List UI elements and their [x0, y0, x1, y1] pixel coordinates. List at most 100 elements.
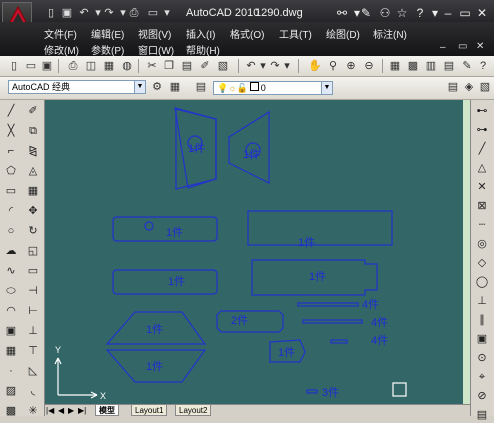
draw-line-icon[interactable]: ╱ [3, 103, 19, 119]
snap-node-icon[interactable]: ⊙ [474, 350, 490, 366]
join-icon[interactable]: ⊤ [25, 343, 41, 359]
print-icon[interactable]: ⎙ [127, 6, 141, 20]
menu-file[interactable]: 文件(F) [44, 26, 77, 41]
tab-nav-last-icon[interactable]: ▶| [78, 405, 86, 416]
workspace-switch-icon[interactable]: ▦ [168, 80, 182, 94]
explode-icon[interactable]: ✳ [25, 403, 41, 419]
menu-format[interactable]: 格式(O) [230, 26, 264, 41]
publish-icon[interactable]: ▦ [102, 59, 116, 73]
zoom-realtime-icon[interactable]: ⚲ [326, 59, 340, 73]
doc-close-icon[interactable]: ✕ [476, 41, 484, 52]
3d-dwf-icon[interactable]: ◍ [120, 59, 134, 73]
snap-none-icon[interactable]: ⊘ [474, 388, 490, 404]
help-icon[interactable]: ? [412, 5, 428, 21]
close-icon[interactable]: ✕ [474, 5, 490, 21]
sheet-set-icon[interactable]: ▤ [442, 59, 456, 73]
chamfer-icon[interactable]: ◺ [25, 363, 41, 379]
match-properties-icon[interactable]: ✐ [198, 59, 212, 73]
circle-icon[interactable]: ○ [3, 223, 19, 239]
open-icon[interactable]: ▭ [146, 6, 160, 20]
pan-icon[interactable]: ✋ [308, 59, 322, 73]
menu-insert[interactable]: 插入(I) [186, 26, 215, 41]
chevron-down-icon[interactable]: ▼ [321, 82, 332, 94]
snap-parallel-icon[interactable]: ∥ [474, 312, 490, 328]
zoom-window-icon[interactable]: ⊕ [344, 59, 358, 73]
gradient-icon[interactable]: ▩ [3, 403, 19, 419]
polyline-icon[interactable]: ⌐ [3, 143, 19, 159]
snap-endpoint-icon[interactable]: ╱ [474, 141, 490, 157]
layer-select[interactable]: 💡☼🔓 0 ▼ [213, 81, 333, 95]
insert-block-icon[interactable]: ▣ [3, 323, 19, 339]
snap-quadrant-icon[interactable]: ◇ [474, 255, 490, 271]
layer-properties-icon[interactable]: ▤ [194, 80, 208, 94]
tab-model[interactable]: 模型 [95, 405, 119, 416]
snap-nearest-icon[interactable]: ⌖ [474, 369, 490, 385]
fillet-icon[interactable]: ◟ [25, 383, 41, 399]
qnew-icon[interactable]: ▯ [7, 59, 21, 73]
tools-icon[interactable]: ✎ [358, 5, 374, 21]
doc-restore-icon[interactable]: ▭ [458, 41, 467, 52]
zoom-previous-icon[interactable]: ⊖ [362, 59, 376, 73]
polygon-icon[interactable]: ⬠ [3, 163, 19, 179]
redo-list-icon[interactable]: ▾ [280, 59, 294, 73]
snap-midpoint-icon[interactable]: △ [474, 160, 490, 176]
tab-layout2[interactable]: Layout2 [175, 405, 212, 416]
tab-nav-first-icon[interactable]: |◀ [46, 405, 54, 416]
snap-intersection-icon[interactable]: ✕ [474, 179, 490, 195]
stretch-icon[interactable]: ▭ [25, 263, 41, 279]
point-icon[interactable]: · [3, 363, 19, 379]
revcloud-icon[interactable]: ☁ [3, 243, 19, 259]
hatch-icon[interactable]: ▨ [3, 383, 19, 399]
ellipse-arc-icon[interactable]: ◠ [3, 303, 19, 319]
menu-modify[interactable]: 修改(M) [44, 42, 79, 57]
new-file-icon[interactable]: ▯ [44, 6, 58, 20]
menu-help[interactable]: 帮助(H) [186, 42, 220, 57]
menu-dimension[interactable]: 标注(N) [373, 26, 407, 41]
quick-access-dropdown-icon[interactable]: ▾ [160, 6, 174, 20]
paste-icon[interactable]: ▤ [180, 59, 194, 73]
cut-icon[interactable]: ✂ [145, 59, 159, 73]
rectangle-icon[interactable]: ▭ [3, 183, 19, 199]
snap-insert-icon[interactable]: ▣ [474, 331, 490, 347]
snap-perpendicular-icon[interactable]: ⊥ [474, 293, 490, 309]
construction-line-icon[interactable]: ╳ [3, 123, 19, 139]
menu-window[interactable]: 窗口(W) [138, 42, 174, 57]
plot-preview-icon[interactable]: ◫ [84, 59, 98, 73]
arc-icon[interactable]: ◜ [3, 203, 19, 219]
rotate-icon[interactable]: ↻ [25, 223, 41, 239]
users-icon[interactable]: ⚇ [377, 5, 393, 21]
layer-states-icon[interactable]: ▤ [446, 80, 460, 94]
save-icon[interactable]: ▣ [60, 6, 74, 20]
move-icon[interactable]: ✥ [25, 203, 41, 219]
snap-from-icon[interactable]: ⊶ [474, 122, 490, 138]
mirror-icon[interactable]: ⧎ [25, 143, 41, 159]
erase-icon[interactable]: ✐ [25, 103, 41, 119]
workspace-settings-icon[interactable]: ⚙ [150, 80, 164, 94]
restore-icon[interactable]: ▭ [457, 5, 473, 21]
offset-icon[interactable]: ◬ [25, 163, 41, 179]
tool-palettes-icon[interactable]: ▥ [424, 59, 438, 73]
menu-draw[interactable]: 绘图(D) [326, 26, 360, 41]
copy-object-icon[interactable]: ⧉ [25, 123, 41, 139]
break-icon[interactable]: ⊥ [25, 323, 41, 339]
vertical-scrollbar[interactable] [463, 100, 470, 404]
make-block-icon[interactable]: ▦ [3, 343, 19, 359]
spline-icon[interactable]: ∿ [3, 263, 19, 279]
block-editor-icon[interactable]: ▧ [216, 59, 230, 73]
undo-icon[interactable]: ↶ [77, 6, 91, 20]
snap-apparent-icon[interactable]: ⊠ [474, 198, 490, 214]
design-center-icon[interactable]: ▩ [406, 59, 420, 73]
star-icon[interactable]: ☆ [394, 5, 410, 21]
properties-icon[interactable]: ▦ [388, 59, 402, 73]
menu-edit[interactable]: 编辑(E) [91, 26, 124, 41]
open-file-icon[interactable]: ▭ [24, 59, 38, 73]
tab-layout1[interactable]: Layout1 [131, 405, 168, 416]
trim-icon[interactable]: ⊣ [25, 283, 41, 299]
redo-icon[interactable]: ↷ [102, 6, 116, 20]
snap-center-icon[interactable]: ◎ [474, 236, 490, 252]
tab-nav-next-icon[interactable]: ▶ [68, 405, 74, 416]
osnap-settings-icon[interactable]: ▤ [474, 407, 490, 423]
minimize-icon[interactable]: – [440, 5, 456, 21]
menu-view[interactable]: 视图(V) [138, 26, 171, 41]
array-icon[interactable]: ▦ [25, 183, 41, 199]
